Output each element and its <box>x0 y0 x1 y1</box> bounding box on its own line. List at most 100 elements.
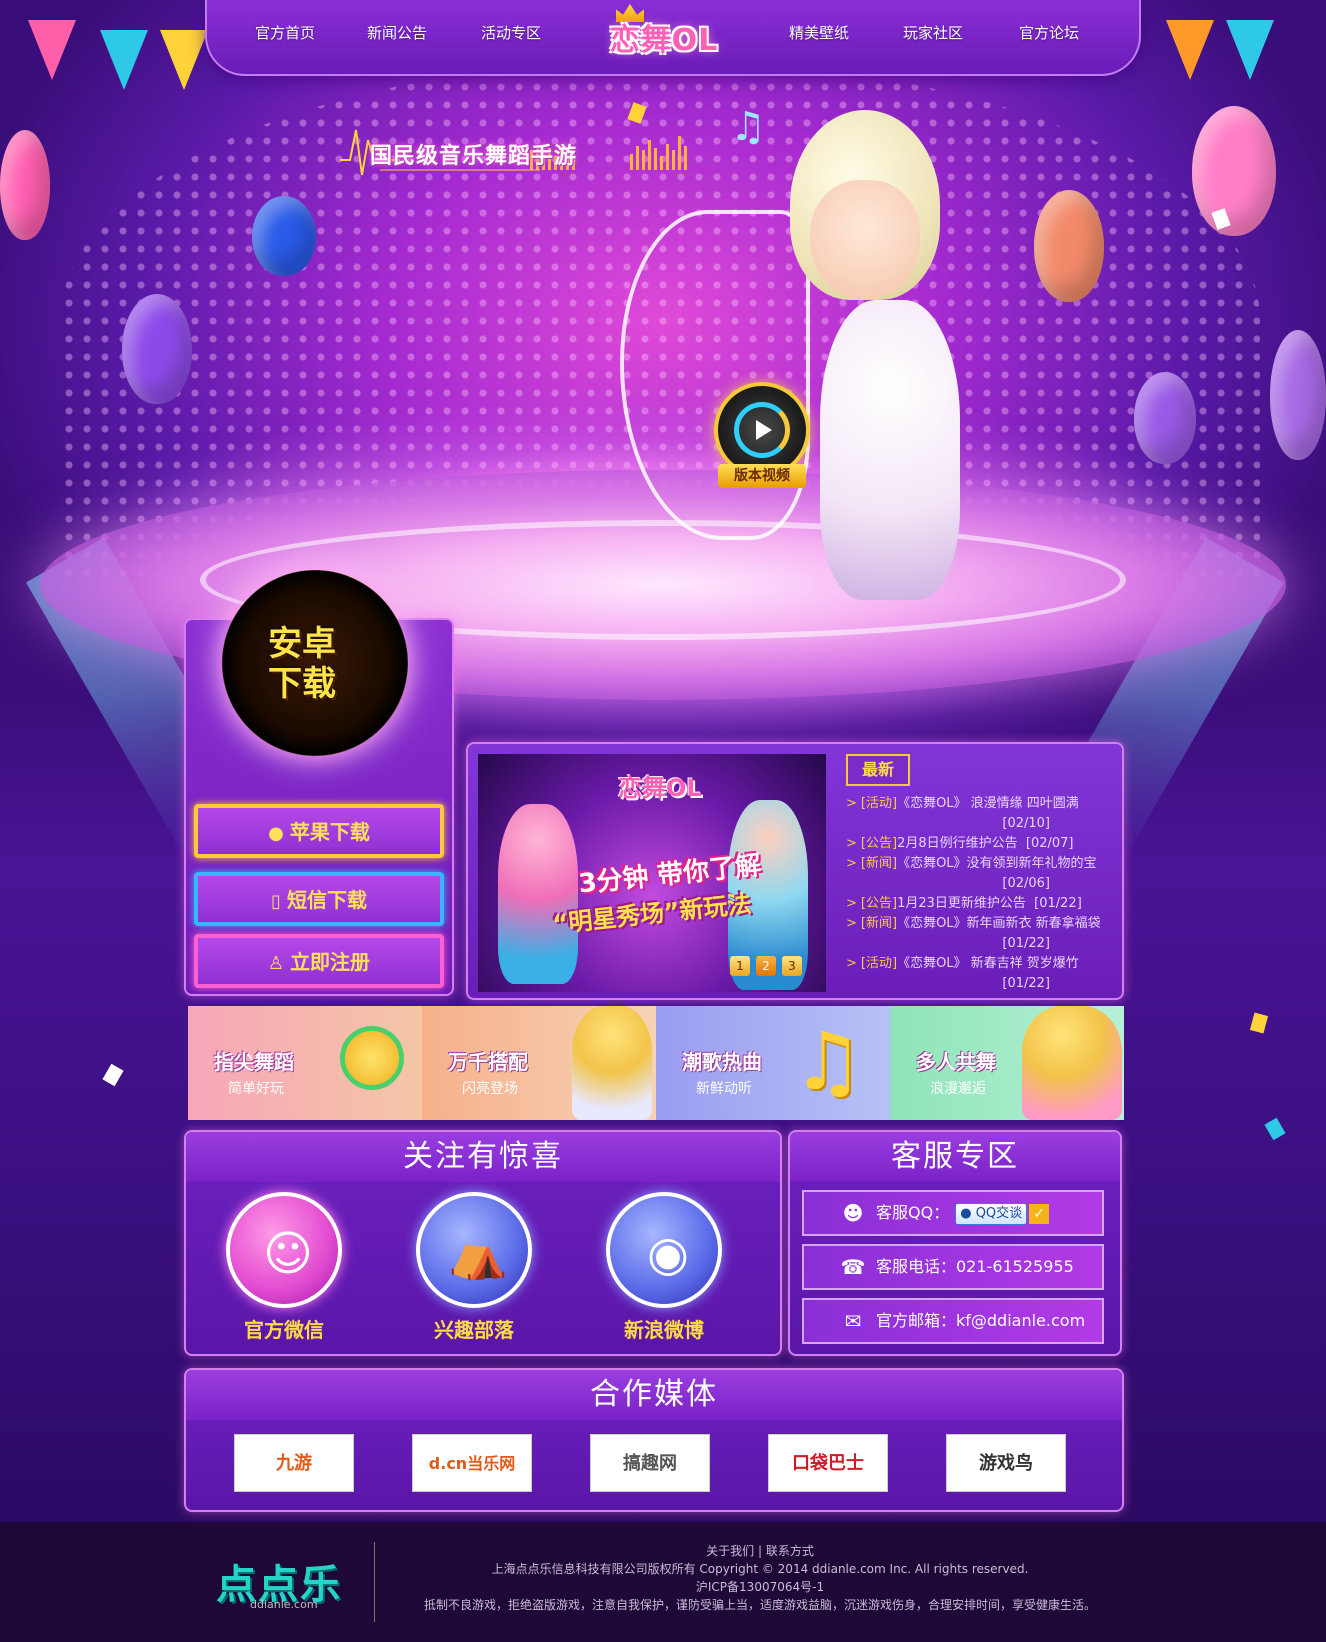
envelope-icon: ✉ <box>844 1309 862 1333</box>
news-date: [02/10] <box>1002 816 1050 831</box>
follow-title: 关注有惊喜 <box>186 1132 780 1182</box>
news-date: [02/07] <box>1025 836 1074 851</box>
tribe-button[interactable]: ⛺ <box>416 1192 532 1308</box>
sms-download-label: 短信下载 <box>286 888 367 912</box>
balloon-icon <box>1192 106 1276 236</box>
video-label[interactable]: 版本视频 <box>718 464 806 488</box>
partner-logo-youxiniao[interactable]: 游戏鸟 <box>946 1434 1066 1492</box>
balloon-icon <box>1034 190 1104 302</box>
weibo-icon: ◉ <box>647 1226 689 1282</box>
news-date: [01/22] <box>1002 936 1050 951</box>
nav-events[interactable]: 活动专区 <box>481 22 541 43</box>
news-list: > [活动]《恋舞OL》 浪漫情缘 四叶圆满 [02/10] > [公告]2月8日例行… <box>846 794 1110 994</box>
wechat-button[interactable]: ☺ <box>226 1192 342 1308</box>
banner-page-2[interactable]: 2 <box>756 956 776 976</box>
footer-contact-link[interactable]: 联系方式 <box>766 1544 814 1558</box>
balloon-icon <box>1270 330 1326 460</box>
service-email-row[interactable]: ✉ 官方邮箱：kf@ddianle.com <box>802 1298 1104 1344</box>
feature-title: 指尖舞蹈 <box>214 1050 294 1074</box>
agent-icon: ☻ <box>842 1201 864 1225</box>
partners-title: 合作媒体 <box>186 1370 1122 1420</box>
flag-icon <box>1226 20 1274 80</box>
feature-subtitle: 简单好玩 <box>228 1081 284 1097</box>
news-item[interactable]: > [新闻]《恋舞OL》没有领到新年礼物的宝 [02/06] <box>846 854 1110 894</box>
feature-tile[interactable]: 指尖舞蹈 简单好玩 <box>188 1006 422 1120</box>
balloon-icon <box>1134 372 1196 464</box>
nav-community[interactable]: 玩家社区 <box>903 22 963 43</box>
feature-tile[interactable]: 多人共舞 浪漫邂逅 <box>890 1006 1124 1120</box>
tab-latest[interactable]: 最新 <box>846 754 910 786</box>
news-item[interactable]: > [公告]1月23日更新维护公告 [01/22] <box>846 894 1110 914</box>
android-label-line1: 安卓 <box>268 624 336 664</box>
feature-title: 万千搭配 <box>448 1050 528 1074</box>
service-email: 官方邮箱：kf@ddianle.com <box>876 1311 1086 1330</box>
feature-tile[interactable]: 潮歌热曲 新鲜动听 ♫ <box>656 1006 890 1120</box>
banner-page-3[interactable]: 3 <box>782 956 802 976</box>
feature-tile[interactable]: 万千搭配 闪亮登场 <box>422 1006 656 1120</box>
flag-icon <box>1166 20 1214 80</box>
news-title: 2月8日例行维护公告 <box>897 836 1018 851</box>
tent-icon: ⛺ <box>448 1226 508 1282</box>
flag-icon <box>28 20 76 80</box>
footer-logo-sub: ddianle.com <box>250 1598 318 1611</box>
footer-about-link[interactable]: 关于我们 <box>706 1544 754 1558</box>
balloon-icon <box>0 130 50 240</box>
nav-news[interactable]: 新闻公告 <box>367 22 427 43</box>
android-download-label[interactable]: 安卓 下载 <box>268 624 368 704</box>
banner-page-1[interactable]: 1 <box>730 956 750 976</box>
weibo-button[interactable]: ◉ <box>606 1192 722 1308</box>
news-date: [01/22] <box>1002 976 1050 991</box>
apple-download-button[interactable]: ● 苹果下载 <box>194 804 444 858</box>
news-category: [活动] <box>860 796 898 811</box>
partner-logo-kou8[interactable]: 口袋巴士 <box>768 1434 888 1492</box>
hero-slogan: 国民级音乐舞蹈手游 <box>370 144 578 169</box>
nav-forum[interactable]: 官方论坛 <box>1019 22 1079 43</box>
flag-icon <box>100 30 148 90</box>
register-label: 立即注册 <box>290 950 371 974</box>
apple-icon: ● <box>268 823 284 844</box>
character-thumbnail <box>1022 1006 1122 1120</box>
footer-divider <box>374 1542 375 1622</box>
news-item[interactable]: > [活动]《恋舞OL》 新春吉祥 贺岁爆竹 [01/22] <box>846 954 1110 994</box>
service-qq-row[interactable]: ☻ 客服QQ： ● QQ交谈 ✓ <box>802 1190 1104 1236</box>
feature-title: 多人共舞 <box>916 1050 996 1074</box>
register-button[interactable]: ♙ 立即注册 <box>194 934 444 988</box>
balloon-icon <box>122 294 192 404</box>
news-item[interactable]: > [新闻]《恋舞OL》新年画新衣 新春拿福袋 [01/22] <box>846 914 1110 954</box>
service-phone-row[interactable]: ☎ 客服电话：021-61525955 <box>802 1244 1104 1290</box>
partner-logo-gaoqu[interactable]: 搞趣网 <box>590 1434 710 1492</box>
character-thumbnail <box>572 1006 652 1120</box>
game-logo[interactable]: 恋舞OL <box>584 8 744 78</box>
arrow-icon: > <box>846 836 857 851</box>
news-item[interactable]: > [公告]2月8日例行维护公告 [02/07] <box>846 834 1110 854</box>
news-date: [02/06] <box>1002 876 1050 891</box>
footer-links: 关于我们 | 联系方式 <box>706 1544 814 1558</box>
partner-logo-dcn[interactable]: d.cn当乐网 <box>412 1434 532 1492</box>
banner-logo: 恋舞OL <box>618 774 702 802</box>
banner-girl <box>498 804 578 984</box>
arrow-icon: > <box>846 796 857 811</box>
android-label-line2: 下载 <box>268 664 336 704</box>
wechat-label[interactable]: 官方微信 <box>214 1314 354 1343</box>
nav-wallpaper[interactable]: 精美壁纸 <box>789 22 849 43</box>
play-icon <box>756 420 772 440</box>
news-item[interactable]: > [活动]《恋舞OL》 浪漫情缘 四叶圆满 [02/10] <box>846 794 1110 834</box>
arrow-icon: > <box>846 896 857 911</box>
news-category: [新闻] <box>860 916 898 931</box>
qq-label: 客服QQ： <box>876 1203 950 1222</box>
news-title: 《恋舞OL》没有领到新年礼物的宝 <box>897 856 1097 871</box>
news-date: [01/22] <box>1034 896 1082 911</box>
sms-download-button[interactable]: ▯ 短信下载 <box>194 872 444 926</box>
flag-icon <box>160 30 208 90</box>
music-note-icon: ♫ <box>792 1015 864 1108</box>
footer-icp[interactable]: 沪ICP备13007064号-1 <box>380 1578 1140 1595</box>
weibo-label[interactable]: 新浪微博 <box>594 1314 734 1343</box>
tribe-label[interactable]: 兴趣部落 <box>404 1314 544 1343</box>
check-icon: ✓ <box>1029 1203 1050 1224</box>
partner-logo-9you[interactable]: 九游 <box>234 1434 354 1492</box>
qq-chat-button[interactable]: ● QQ交谈 <box>955 1202 1028 1225</box>
character-dress <box>820 300 960 600</box>
news-category: [活动] <box>860 956 898 971</box>
coin-icon <box>340 1026 404 1090</box>
nav-home[interactable]: 官方首页 <box>255 22 315 43</box>
